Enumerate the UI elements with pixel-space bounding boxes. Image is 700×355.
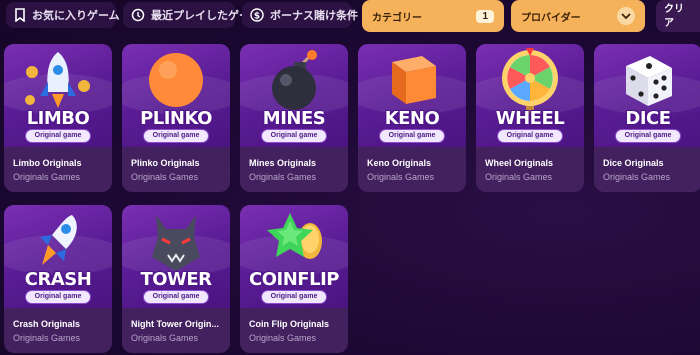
- game-art-title: MINES: [262, 108, 326, 129]
- bonus-wager-label: ボーナス賭け条件: [270, 10, 358, 22]
- game-provider: Originals Games: [249, 333, 317, 343]
- clear-label-line1: クリ: [664, 4, 684, 15]
- game-name: Coin Flip Originals: [249, 319, 330, 329]
- category-label: カテゴリー: [372, 12, 422, 24]
- chevron-down-icon: [617, 7, 635, 25]
- game-name: Mines Originals: [249, 158, 317, 168]
- bomb-icon: [272, 50, 317, 110]
- game-art-title: PLINKO: [140, 108, 212, 129]
- favorites-label: お気に入りゲーム: [32, 10, 120, 22]
- game-art-title: TOWER: [140, 269, 212, 290]
- provider-dropdown[interactable]: プロバイダー: [511, 0, 645, 32]
- game-card-mines[interactable]: MINES Original game Mines Originals Orig…: [240, 44, 348, 192]
- game-provider: Originals Games: [13, 333, 81, 343]
- clear-filters-button[interactable]: クリ ア: [656, 0, 700, 32]
- game-provider: Originals Games: [131, 333, 199, 343]
- game-provider: Originals Games: [13, 172, 81, 182]
- game-name: Crash Originals: [13, 319, 81, 329]
- game-card-plinko[interactable]: PLINKO Original game Plinko Originals Or…: [122, 44, 230, 192]
- original-game-tag: Original game: [144, 291, 208, 303]
- game-art-title: DICE: [625, 108, 671, 129]
- recent-played-filter-button[interactable]: 最近プレイしたゲーム: [123, 2, 261, 28]
- clear-label-line2: ア: [664, 18, 674, 29]
- original-game-tag: Original game: [262, 130, 326, 142]
- game-name: Plinko Originals: [131, 158, 200, 168]
- ball-icon: [149, 53, 203, 107]
- category-count-badge: 1: [476, 9, 494, 23]
- fortune-wheel-icon: [502, 48, 558, 114]
- game-art-title: LIMBO: [26, 108, 90, 129]
- game-provider: Originals Games: [367, 172, 435, 182]
- category-dropdown[interactable]: カテゴリー 1: [362, 0, 504, 32]
- game-card-dice[interactable]: DICE Original game Dice Originals Origin…: [594, 44, 700, 192]
- coin-star-icon: [267, 213, 322, 259]
- bonus-wager-filter-button[interactable]: $ ボーナス賭け条件: [242, 2, 358, 28]
- original-game-tag: Original game: [498, 130, 562, 142]
- game-art-title: CRASH: [24, 269, 92, 290]
- history-icon: [131, 7, 145, 23]
- game-name: Keno Originals: [367, 158, 432, 168]
- favorites-filter-button[interactable]: お気に入りゲーム: [6, 2, 120, 28]
- game-card-wheel[interactable]: WHEEL Original game Wheel Originals Orig…: [476, 44, 584, 192]
- original-game-tag: Original game: [262, 291, 326, 303]
- game-card-limbo[interactable]: LIMBO Original game Limbo Originals Orig…: [4, 44, 112, 192]
- game-provider: Originals Games: [485, 172, 553, 182]
- original-game-tag: Original game: [380, 130, 444, 142]
- bookmark-icon: [14, 7, 26, 23]
- dice-icon: [626, 56, 672, 106]
- cube-icon: [392, 56, 436, 104]
- coin-dollar-icon: $: [250, 7, 264, 23]
- original-game-tag: Original game: [144, 130, 208, 142]
- original-game-tag: Original game: [26, 291, 90, 303]
- rocket-icon: [25, 52, 90, 108]
- game-name: Dice Originals: [603, 158, 664, 168]
- svg-text:$: $: [254, 12, 260, 22]
- game-art-title: COINFLIP: [249, 269, 339, 290]
- original-game-tag: Original game: [616, 130, 680, 142]
- game-provider: Originals Games: [249, 172, 317, 182]
- game-name: Limbo Originals: [13, 158, 82, 168]
- provider-label: プロバイダー: [521, 12, 581, 24]
- game-name: Night Tower Origin...: [131, 319, 219, 329]
- rocket-icon: [40, 215, 77, 265]
- game-art-title: KENO: [384, 108, 440, 129]
- game-art-title: WHEEL: [495, 108, 565, 129]
- game-card-coinflip[interactable]: COINFLIP Original game Coin Flip Origina…: [240, 205, 348, 353]
- original-game-tag: Original game: [26, 130, 90, 142]
- game-provider: Originals Games: [603, 172, 671, 182]
- game-card-crash[interactable]: CRASH Original game Crash Originals Orig…: [4, 205, 112, 353]
- game-name: Wheel Originals: [485, 158, 554, 168]
- game-card-keno[interactable]: KENO Original game Keno Originals Origin…: [358, 44, 466, 192]
- werewolf-icon: [152, 215, 200, 271]
- game-provider: Originals Games: [131, 172, 199, 182]
- game-card-tower[interactable]: TOWER Original game Night Tower Origin..…: [122, 205, 230, 353]
